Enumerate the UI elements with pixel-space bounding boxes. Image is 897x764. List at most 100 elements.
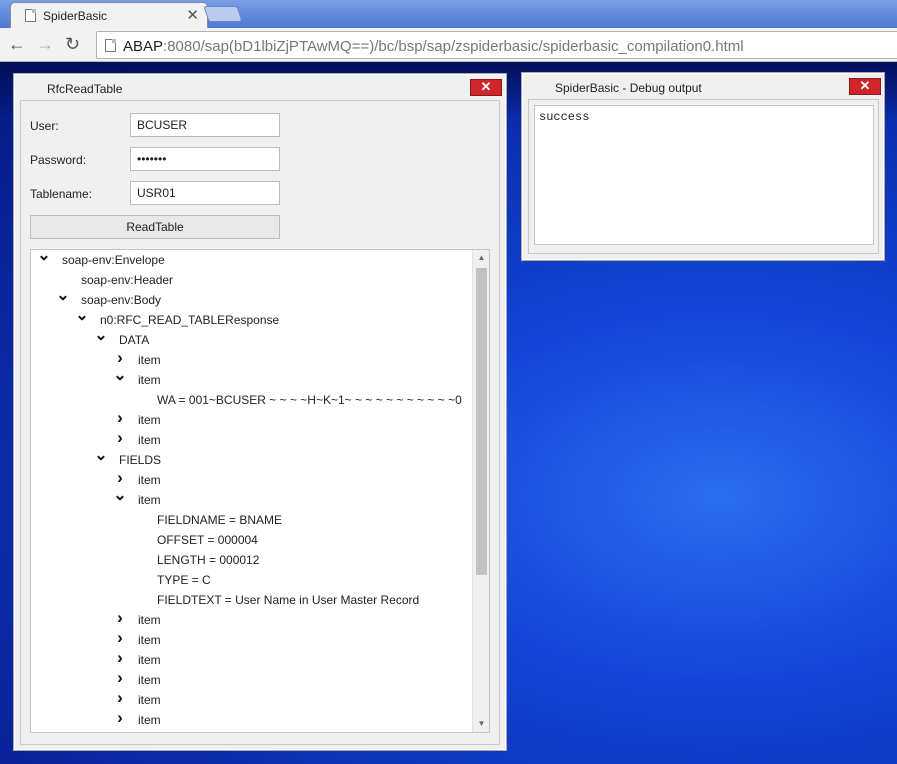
password-label: Password: — [30, 153, 87, 167]
tree-node[interactable]: ⌄ item — [31, 368, 471, 390]
tree-node[interactable]: ⌄ item — [31, 488, 471, 510]
chevron-right-icon[interactable]: › — [113, 609, 127, 626]
browser-tab[interactable]: SpiderBasic ✕ — [10, 2, 208, 29]
tree-node-label: FIELDNAME = BNAME — [157, 513, 283, 527]
tablename-input[interactable] — [130, 181, 280, 205]
user-input[interactable] — [130, 113, 280, 137]
tree-node[interactable]: › item — [31, 689, 471, 710]
window-body: success — [528, 99, 879, 254]
tab-title: SpiderBasic — [43, 9, 108, 23]
chevron-down-icon[interactable]: ⌄ — [113, 488, 127, 506]
chevron-right-icon[interactable]: › — [113, 469, 127, 486]
tree-node[interactable]: › item — [31, 409, 471, 430]
chevron-right-icon[interactable]: › — [113, 709, 127, 726]
tree-node-label: item — [138, 653, 161, 667]
tree-node: LENGTH = 000012 — [31, 550, 471, 570]
read-table-button[interactable]: ReadTable — [30, 215, 280, 239]
tree-node[interactable]: ⌄ soap-env:Envelope — [31, 250, 471, 270]
tree-node-label: soap-env:Envelope — [62, 253, 165, 267]
forward-arrow-icon[interactable]: → — [36, 34, 54, 54]
tree-node-label: TYPE = C — [157, 573, 211, 587]
tree-node[interactable]: › item — [31, 709, 471, 730]
window-title: SpiderBasic - Debug output — [555, 81, 702, 95]
tree-node[interactable]: › item — [31, 429, 471, 450]
debug-output-text[interactable]: success — [534, 105, 874, 245]
tree-node-label: LENGTH = 000012 — [157, 553, 260, 567]
tree-node-label: soap-env:Body — [81, 293, 162, 307]
debug-output-window: SpiderBasic - Debug output ✕ success — [521, 72, 885, 261]
chevron-right-icon[interactable]: › — [113, 429, 127, 446]
tree-node: WA = 001~BCUSER ~ ~ ~ ~H~K~1~ ~ ~ ~ ~ ~ … — [31, 390, 471, 410]
chevron-right-icon[interactable]: › — [113, 409, 127, 426]
chevron-down-icon[interactable]: ⌄ — [113, 368, 127, 386]
tree-node-label: item — [138, 673, 161, 687]
url-path: :8080/sap(bD1lbiZjPTAwMQ==)/bc/bsp/sap/z… — [163, 38, 744, 55]
tree-node: OFFSET = 000004 — [31, 530, 471, 550]
tree-node[interactable]: › item — [31, 469, 471, 490]
user-label: User: — [30, 119, 59, 133]
tab-close-icon[interactable]: ✕ — [186, 6, 199, 24]
tree-node-label: item — [138, 633, 161, 647]
chevron-right-icon[interactable]: › — [113, 649, 127, 666]
tree-node-label: n0:RFC_READ_TABLEResponse — [100, 313, 280, 327]
window-body: User: Password: Tablename: ReadTable › it… — [20, 100, 500, 745]
chevron-down-icon[interactable]: ⌄ — [94, 328, 108, 346]
url-host: ABAP — [123, 38, 164, 55]
tree-node[interactable]: › item — [31, 669, 471, 690]
tree-node-label: item — [138, 433, 161, 447]
chevron-right-icon[interactable]: › — [113, 349, 127, 366]
scroll-up-arrow-icon[interactable]: ▲ — [473, 250, 489, 266]
tree-node-label: item — [138, 693, 161, 707]
window-title: RfcReadTable — [47, 82, 123, 96]
xml-tree-view[interactable]: › item › item › item › item › item › item FIELDTEXT … — [30, 249, 490, 733]
chevron-down-icon[interactable]: ⌄ — [56, 288, 70, 306]
tree-node[interactable]: ⌄ FIELDS — [31, 448, 471, 470]
tablename-label: Tablename: — [30, 187, 93, 201]
close-button[interactable]: ✕ — [849, 78, 881, 95]
tree-node[interactable]: ⌄ DATA — [31, 328, 471, 350]
tree-scrollbar[interactable]: ▲ ▼ — [472, 250, 489, 732]
tree-node[interactable]: › item — [31, 629, 471, 650]
tree-node-label: item — [138, 413, 161, 427]
chevron-right-icon[interactable]: › — [113, 669, 127, 686]
tree-node-label: item — [138, 353, 161, 367]
tree-node: soap-env:Header — [31, 270, 471, 290]
scroll-down-arrow-icon[interactable]: ▼ — [473, 716, 489, 732]
chevron-down-icon[interactable]: ⌄ — [94, 448, 108, 466]
tree-node: FIELDNAME = BNAME — [31, 510, 471, 530]
tree-node[interactable]: ⌄ n0:RFC_READ_TABLEResponse — [31, 308, 471, 330]
scroll-thumb[interactable] — [476, 268, 487, 575]
tree-node[interactable]: › item — [31, 609, 471, 630]
tree-node-label: item — [138, 613, 161, 627]
tree-node-label: FIELDS — [119, 453, 162, 467]
page-icon — [25, 9, 36, 22]
page-icon — [105, 39, 116, 52]
tree-node: TYPE = C — [31, 570, 471, 590]
tree-node[interactable]: › item — [31, 649, 471, 670]
tree-node-label: OFFSET = 000004 — [157, 533, 258, 547]
tree-node-label: item — [138, 373, 161, 387]
rfc-read-table-window: RfcReadTable ✕ User: Password: Tablename… — [13, 73, 507, 751]
browser-tab-strip: SpiderBasic ✕ — [0, 0, 897, 29]
tree-node-label: FIELDTEXT = User Name in User Master Rec… — [157, 593, 420, 607]
tree-node-label: DATA — [119, 333, 150, 347]
tree-node: FIELDTEXT = User Name in User Master Rec… — [31, 590, 471, 610]
chevron-right-icon[interactable]: › — [113, 689, 127, 706]
back-arrow-icon[interactable]: ← — [8, 34, 26, 54]
tree-node[interactable]: ⌄ soap-env:Body — [31, 288, 471, 310]
tree-node-label: item — [138, 713, 161, 727]
tree-node-label: item — [138, 493, 161, 507]
tree-node-label: WA = 001~BCUSER ~ ~ ~ ~H~K~1~ ~ ~ ~ ~ ~ … — [157, 393, 462, 407]
tree-node[interactable]: › item — [31, 349, 471, 370]
address-bar[interactable]: ABAP:8080/sap(bD1lbiZjPTAwMQ==)/bc/bsp/s… — [96, 31, 897, 59]
reload-icon[interactable]: ↻ — [65, 34, 80, 54]
chevron-down-icon[interactable]: ⌄ — [37, 250, 51, 266]
new-tab-button[interactable] — [203, 6, 243, 22]
browser-toolbar: ← → ↻ ABAP:8080/sap(bD1lbiZjPTAwMQ==)/bc… — [0, 28, 897, 62]
tree-node-label: item — [138, 473, 161, 487]
chevron-down-icon[interactable]: ⌄ — [75, 308, 89, 326]
password-input[interactable] — [130, 147, 280, 171]
chevron-right-icon[interactable]: › — [113, 629, 127, 646]
url-text[interactable]: ABAP:8080/sap(bD1lbiZjPTAwMQ==)/bc/bsp/s… — [123, 38, 744, 55]
close-button[interactable]: ✕ — [470, 79, 502, 96]
